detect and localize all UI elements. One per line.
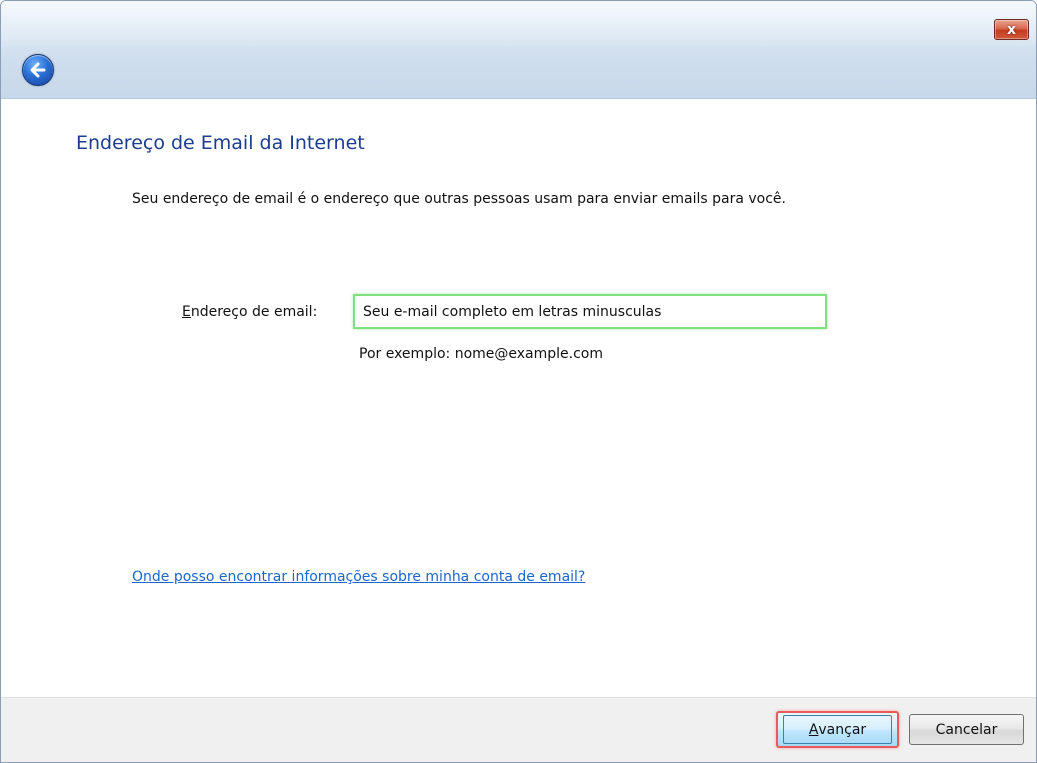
close-icon: x <box>1006 21 1017 38</box>
page-title: Endereço de Email da Internet <box>76 132 365 154</box>
back-arrow-icon <box>30 62 46 78</box>
email-label-accelerator: E <box>182 304 191 320</box>
cancel-button-label: Cancelar <box>935 721 998 738</box>
next-button-accelerator: A <box>808 721 819 738</box>
email-label-text: ndereço de email: <box>190 304 318 320</box>
wizard-window: x Endereço de Email da Internet Seu ende… <box>0 0 1037 763</box>
wizard-footer: Avançar Cancelar <box>1 697 1036 762</box>
next-button-focus-ring: Avançar <box>783 715 892 744</box>
title-bar: x <box>1 1 1036 99</box>
email-example-hint: Por exemplo: nome@example.com <box>359 346 603 362</box>
next-button-label: vançar <box>818 721 867 738</box>
email-field[interactable]: Seu e-mail completo em letras minusculas <box>353 294 827 329</box>
email-field-value: Seu e-mail completo em letras minusculas <box>363 303 662 320</box>
email-field-label: Endereço de email: <box>182 304 317 320</box>
wizard-content: Endereço de Email da Internet Seu endere… <box>1 99 1036 697</box>
cancel-button[interactable]: Cancelar <box>909 714 1024 745</box>
help-link[interactable]: Onde posso encontrar informações sobre m… <box>132 569 585 585</box>
close-button[interactable]: x <box>994 19 1029 40</box>
back-button[interactable] <box>22 54 54 86</box>
page-description: Seu endereço de email é o endereço que o… <box>132 191 786 207</box>
next-button[interactable]: Avançar <box>776 711 899 748</box>
